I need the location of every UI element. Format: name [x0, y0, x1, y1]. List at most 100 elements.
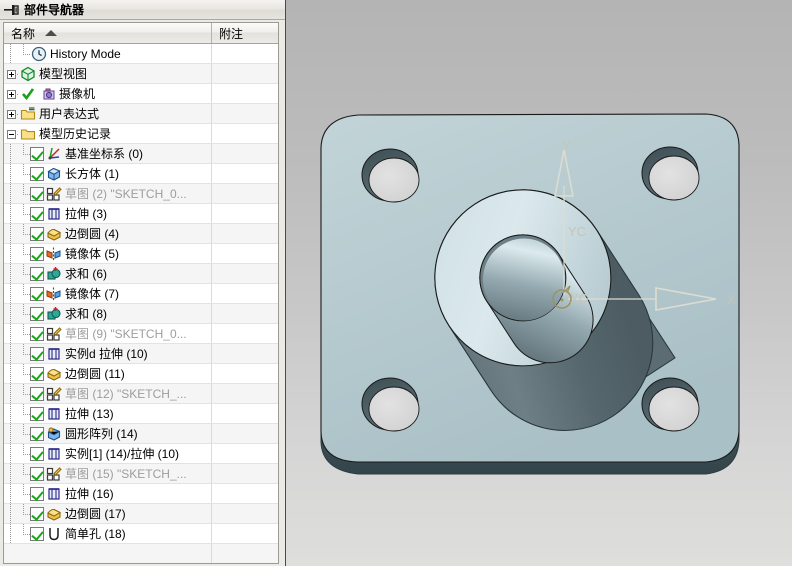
tree-row[interactable]: 边倒圆 (11) [4, 364, 278, 384]
feature-suppress-checkbox[interactable] [30, 307, 44, 321]
tree-row-name-cell[interactable]: 边倒圆 (4) [4, 224, 212, 244]
feature-suppress-checkbox[interactable] [30, 527, 44, 541]
tree-row[interactable]: 草图 (12) "SKETCH_... [4, 384, 278, 404]
tree-row-note-cell[interactable] [212, 264, 278, 284]
tree-row[interactable]: 草图 (2) "SKETCH_0... [4, 184, 278, 204]
tree-row-name-cell[interactable]: 实例d 拉伸 (10) [4, 344, 212, 364]
tree-row-note-cell[interactable] [212, 104, 278, 124]
tree-row-note-cell[interactable] [212, 424, 278, 444]
feature-suppress-checkbox[interactable] [30, 167, 44, 181]
tree-row[interactable]: 镜像体 (5) [4, 244, 278, 264]
expand-icon[interactable] [4, 84, 19, 104]
tree-row-note-cell[interactable] [212, 184, 278, 204]
tree-row[interactable]: 简单孔 (18) [4, 524, 278, 544]
tree-row-note-cell[interactable] [212, 404, 278, 424]
tree-row-name-cell[interactable]: 简单孔 (18) [4, 524, 212, 544]
feature-suppress-checkbox[interactable] [30, 247, 44, 261]
tree-row[interactable]: 求和 (8) [4, 304, 278, 324]
feature-suppress-checkbox[interactable] [30, 327, 44, 341]
feature-suppress-checkbox[interactable] [30, 367, 44, 381]
tree-row-note-cell[interactable] [212, 524, 278, 544]
tree-row[interactable]: 圆形阵列 (14) [4, 424, 278, 444]
tree-row-name-cell[interactable]: 草图 (12) "SKETCH_... [4, 384, 212, 404]
tree-row-note-cell[interactable] [212, 344, 278, 364]
tree-row[interactable]: 边倒圆 (4) [4, 224, 278, 244]
tree-row-name-cell[interactable]: 拉伸 (3) [4, 204, 212, 224]
feature-suppress-checkbox[interactable] [30, 147, 44, 161]
tree-row-name-cell[interactable]: 镜像体 (5) [4, 244, 212, 264]
tree-row-note-cell[interactable] [212, 164, 278, 184]
tree-row-note-cell[interactable] [212, 64, 278, 84]
tree-row-note-cell[interactable] [212, 124, 278, 144]
tree-row[interactable]: 基准坐标系 (0) [4, 144, 278, 164]
tree-row-note-cell[interactable] [212, 484, 278, 504]
collapse-icon[interactable] [4, 124, 19, 144]
tree-row-note-cell[interactable] [212, 364, 278, 384]
tree-row-name-cell[interactable]: 边倒圆 (11) [4, 364, 212, 384]
tree-row-note-cell[interactable] [212, 244, 278, 264]
column-header-name[interactable]: 名称 [4, 23, 212, 43]
feature-suppress-checkbox[interactable] [30, 347, 44, 361]
tree-row[interactable]: 草图 (15) "SKETCH_... [4, 464, 278, 484]
feature-suppress-checkbox[interactable] [30, 287, 44, 301]
tree-row-name-cell[interactable]: 摄像机 [4, 84, 212, 104]
tree-row[interactable]: 求和 (6) [4, 264, 278, 284]
feature-suppress-checkbox[interactable] [30, 507, 44, 521]
tree-row-name-cell[interactable]: 镜像体 (7) [4, 284, 212, 304]
tree-row-name-cell[interactable]: 基准坐标系 (0) [4, 144, 212, 164]
tree-row-note-cell[interactable] [212, 284, 278, 304]
pin-icon[interactable] [0, 1, 22, 18]
column-header-note[interactable]: 附注 [212, 23, 278, 43]
feature-suppress-checkbox[interactable] [30, 187, 44, 201]
tree-row[interactable]: 用户表达式 [4, 104, 278, 124]
tree-row[interactable]: History Mode [4, 44, 278, 64]
tree-row[interactable]: 长方体 (1) [4, 164, 278, 184]
tree-row-name-cell[interactable]: 草图 (15) "SKETCH_... [4, 464, 212, 484]
tree-row-name-cell[interactable]: 实例[1] (14)/拉伸 (10) [4, 444, 212, 464]
tree-row[interactable]: 实例d 拉伸 (10) [4, 344, 278, 364]
feature-suppress-checkbox[interactable] [30, 447, 44, 461]
feature-suppress-checkbox[interactable] [30, 267, 44, 281]
feature-suppress-checkbox[interactable] [30, 207, 44, 221]
tree-row-note-cell[interactable] [212, 504, 278, 524]
tree-row[interactable]: 拉伸 (16) [4, 484, 278, 504]
tree-row-name-cell[interactable]: History Mode [4, 44, 212, 64]
tree-row-note-cell[interactable] [212, 224, 278, 244]
tree-row-name-cell[interactable]: 圆形阵列 (14) [4, 424, 212, 444]
tree-row-note-cell[interactable] [212, 144, 278, 164]
expand-icon[interactable] [4, 104, 19, 124]
tree-row[interactable]: 拉伸 (13) [4, 404, 278, 424]
tree-row-name-cell[interactable]: 求和 (6) [4, 264, 212, 284]
feature-suppress-checkbox[interactable] [30, 407, 44, 421]
feature-suppress-checkbox[interactable] [30, 467, 44, 481]
tree-row-note-cell[interactable] [212, 84, 278, 104]
tree-row[interactable]: 草图 (9) "SKETCH_0... [4, 324, 278, 344]
tree-row[interactable]: 实例[1] (14)/拉伸 (10) [4, 444, 278, 464]
graphics-viewport[interactable]: XC YC Y X UG爱好者 WWW.UGSNX.COM [285, 0, 792, 566]
tree-row-name-cell[interactable]: 求和 (8) [4, 304, 212, 324]
tree-row[interactable]: 摄像机 [4, 84, 278, 104]
feature-suppress-checkbox[interactable] [30, 387, 44, 401]
tree-row-note-cell[interactable] [212, 444, 278, 464]
tree-row-name-cell[interactable]: 草图 (9) "SKETCH_0... [4, 324, 212, 344]
tree-row-name-cell[interactable]: 边倒圆 (17) [4, 504, 212, 524]
tree-row-note-cell[interactable] [212, 204, 278, 224]
feature-suppress-checkbox[interactable] [30, 487, 44, 501]
tree-row[interactable]: 拉伸 (3) [4, 204, 278, 224]
tree-row-note-cell[interactable] [212, 44, 278, 64]
tree-row-name-cell[interactable]: 草图 (2) "SKETCH_0... [4, 184, 212, 204]
tree-row-note-cell[interactable] [212, 324, 278, 344]
feature-suppress-checkbox[interactable] [30, 227, 44, 241]
tree-row-note-cell[interactable] [212, 464, 278, 484]
tree-row-name-cell[interactable]: 拉伸 (16) [4, 484, 212, 504]
tree-row-name-cell[interactable]: 模型历史记录 [4, 124, 212, 144]
tree-row-name-cell[interactable]: 长方体 (1) [4, 164, 212, 184]
tree-row-name-cell[interactable]: 模型视图 [4, 64, 212, 84]
feature-suppress-checkbox[interactable] [30, 427, 44, 441]
tree-row-note-cell[interactable] [212, 304, 278, 324]
expand-icon[interactable] [4, 64, 19, 84]
tree-row-note-cell[interactable] [212, 384, 278, 404]
tree-row-name-cell[interactable]: 拉伸 (13) [4, 404, 212, 424]
tree-row[interactable]: 镜像体 (7) [4, 284, 278, 304]
tree-row[interactable]: 模型视图 [4, 64, 278, 84]
